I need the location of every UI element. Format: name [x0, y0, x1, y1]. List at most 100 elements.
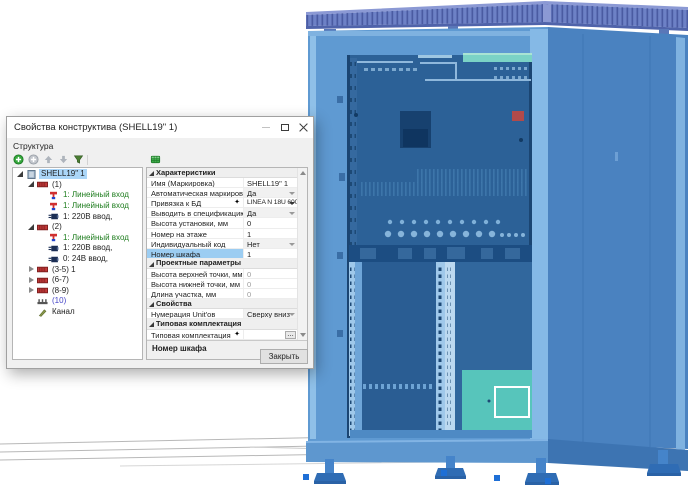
property-row[interactable]: Высота нижней точки, мм0 [147, 279, 307, 289]
property-row[interactable]: Имя (Маркировка)SHELL19" 1 [147, 178, 307, 188]
property-label: Высота установки, мм [147, 218, 244, 227]
tree-item[interactable]: 1: 220В ввод, [13, 243, 142, 254]
section-expander-icon[interactable] [147, 259, 156, 268]
db-table-button[interactable] [149, 154, 161, 166]
property-label-text: Типовая комплектация [151, 331, 231, 339]
section-label: Проектные параметры [156, 258, 241, 268]
property-section-header[interactable]: Типовая комплектация [147, 319, 307, 329]
property-section-header[interactable]: Характеристики [147, 168, 307, 178]
combo-arrow-icon[interactable] [289, 243, 295, 246]
property-value[interactable]: Да [244, 188, 298, 197]
tree-expander-icon[interactable] [27, 265, 36, 274]
dialog-titlebar[interactable]: Свойства конструктива (SHELL19" 1) [7, 117, 313, 138]
din-rail-icon [37, 297, 48, 306]
combo-arrow-icon[interactable] [289, 212, 295, 215]
add-item-button[interactable] [12, 154, 24, 166]
structure-tree[interactable]: SHELL19" 1(1)1: Линейный вход1: Линейный… [12, 167, 143, 360]
scroll-up-icon[interactable] [300, 171, 306, 175]
property-label: Привязка к БД✦ [147, 198, 244, 207]
tree-expander-spacer [38, 233, 47, 242]
minimize-button[interactable] [256, 117, 275, 138]
combo-arrow-icon[interactable] [289, 192, 295, 195]
property-value[interactable]: 0 [244, 289, 298, 298]
grid-scrollbar[interactable] [297, 168, 307, 340]
property-value[interactable]: Да [244, 208, 298, 217]
property-row[interactable]: Номер на этаже1 [147, 229, 307, 239]
property-row[interactable]: Номер шкафа1 [147, 249, 307, 259]
property-value[interactable]: 0 [244, 269, 298, 278]
rack-cabinet[interactable] [306, 1, 688, 485]
tree-item[interactable]: (3-5) 1 [13, 264, 142, 275]
tree-expander-icon[interactable] [27, 286, 36, 295]
close-button[interactable] [294, 117, 313, 138]
tree-item[interactable]: 1: Линейный вход [13, 233, 142, 244]
property-section-header[interactable]: Свойства [147, 299, 307, 309]
combo-arrow-icon[interactable] [289, 202, 295, 205]
property-value[interactable]: SHELL19" 1 [244, 178, 298, 187]
channel-icon [37, 308, 48, 317]
property-section-header[interactable]: Проектные параметры [147, 259, 307, 269]
add-subitem-button[interactable] [27, 154, 39, 166]
property-value[interactable]: 1 [244, 249, 298, 258]
tree-item[interactable]: SHELL19" 1 [13, 169, 142, 180]
add-icon [13, 154, 24, 165]
property-row[interactable]: Нумерация Unit'овСверху вниз [147, 309, 307, 319]
io-panel-icon [37, 180, 48, 189]
section-expander-icon[interactable] [147, 299, 156, 308]
property-value-text: Сверху вниз [247, 310, 290, 318]
property-value[interactable]: 0 [244, 279, 298, 288]
property-value[interactable]: Нет [244, 239, 298, 248]
tree-item[interactable]: (2) [13, 222, 142, 233]
property-value-text: 0 [247, 219, 251, 227]
tree-expander-spacer [38, 202, 47, 211]
move-up-button[interactable] [42, 154, 54, 166]
property-value[interactable]: 1 [244, 229, 298, 238]
dialog-body: Структура [7, 138, 313, 368]
property-value[interactable]: Сверху вниз [244, 309, 298, 318]
tree-item-label: 1: 220В ввод, [61, 212, 114, 222]
properties-dialog: Свойства конструктива (SHELL19" 1) Струк… [6, 116, 314, 369]
property-grid[interactable]: ХарактеристикиИмя (Маркировка)SHELL19" 1… [147, 168, 307, 340]
property-row[interactable]: Длина участка, мм0 [147, 289, 307, 299]
property-value[interactable]: … [244, 330, 298, 339]
maximize-button[interactable] [275, 117, 294, 138]
tree-expander-icon[interactable] [27, 180, 36, 189]
tree-item-label: (6-7) [50, 275, 71, 285]
tree-item[interactable]: 1: 220В ввод, [13, 211, 142, 222]
property-value[interactable]: LINEA N 18U 600x60 [244, 198, 298, 207]
tree-item[interactable]: (6-7) [13, 275, 142, 286]
property-row[interactable]: Привязка к БД✦LINEA N 18U 600x60 [147, 198, 307, 208]
tree-expander-icon[interactable] [27, 223, 36, 232]
property-value[interactable]: 0 [244, 218, 298, 227]
combo-arrow-icon[interactable] [289, 313, 295, 316]
section-expander-icon[interactable] [147, 319, 156, 328]
cabinet-icon [26, 170, 37, 179]
property-row[interactable]: Индивидуальный кодНет [147, 239, 307, 249]
tree-item[interactable]: Канал [13, 307, 142, 318]
browse-button[interactable]: … [285, 331, 296, 339]
property-value-text: Да [247, 189, 256, 197]
structure-toolbar [12, 153, 308, 166]
tree-item[interactable]: (1) [13, 180, 142, 191]
filter-button[interactable] [72, 154, 84, 166]
tree-item[interactable]: 1: Линейный вход [13, 201, 142, 212]
property-row[interactable]: Типовая комплектация✦… [147, 330, 307, 340]
tree-item[interactable]: 1: Линейный вход [13, 190, 142, 201]
property-label-text: Привязка к БД [151, 199, 201, 207]
power-input-icon [48, 212, 59, 221]
move-down-button[interactable] [57, 154, 69, 166]
tree-expander-icon[interactable] [16, 170, 25, 179]
property-row[interactable]: Выводить в спецификациюДа [147, 208, 307, 218]
tree-item[interactable]: 0: 24В ввод, [13, 254, 142, 265]
property-value-text: 0 [247, 290, 251, 298]
dialog-close-button[interactable]: Закрыть [260, 349, 308, 364]
tree-item[interactable]: (8-9) [13, 286, 142, 297]
section-expander-icon[interactable] [147, 168, 156, 177]
tree-expander-icon[interactable] [27, 276, 36, 285]
scroll-down-icon[interactable] [300, 333, 306, 337]
tree-expander-spacer [38, 255, 47, 264]
property-row[interactable]: Автоматическая маркировкаДа [147, 188, 307, 198]
property-row[interactable]: Высота верхней точки, мм0 [147, 269, 307, 279]
tree-item[interactable]: (10) [13, 296, 142, 307]
property-row[interactable]: Высота установки, мм0 [147, 218, 307, 228]
